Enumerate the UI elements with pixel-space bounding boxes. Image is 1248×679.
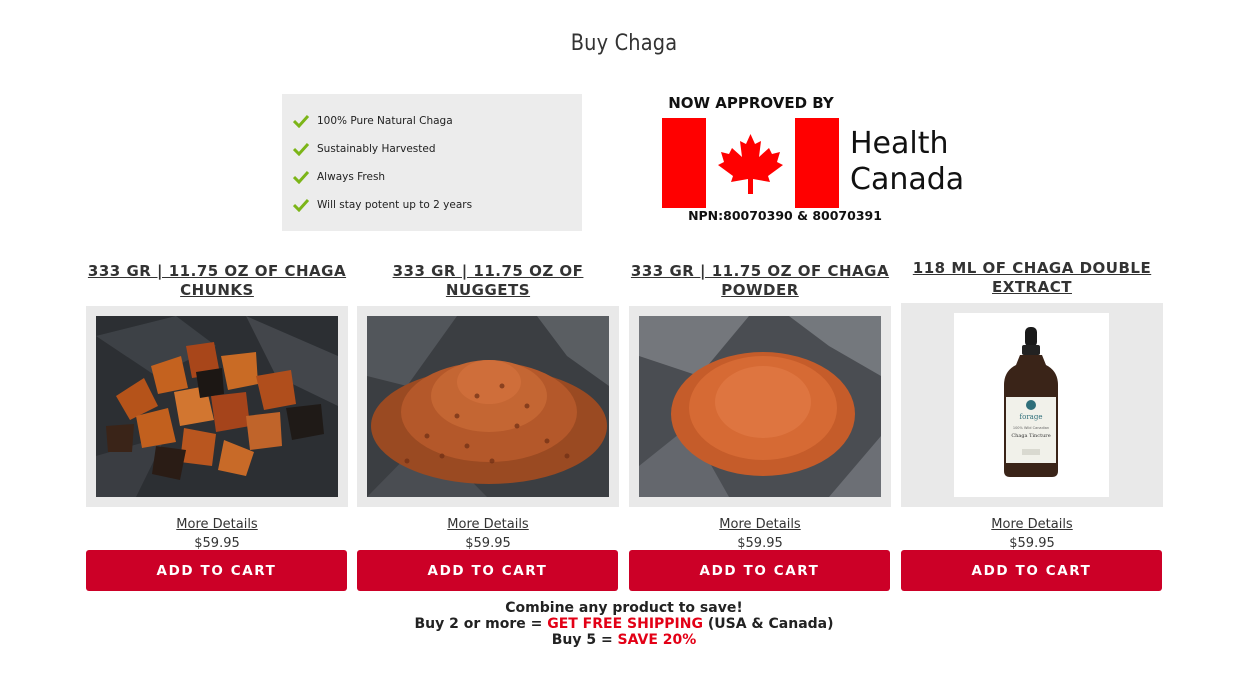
- product-title-link[interactable]: 333 GR | 11.75 OZ OF NUGGETS: [357, 262, 619, 306]
- chaga-nuggets-image: [367, 316, 609, 497]
- more-details-link[interactable]: More Details: [86, 517, 348, 532]
- benefit-item: Will stay potent up to 2 years: [282, 191, 582, 219]
- benefit-item: Always Fresh: [282, 163, 582, 191]
- npn-numbers: NPN:80070390 & 80070391: [688, 208, 882, 223]
- product-price: $59.95: [1009, 536, 1055, 551]
- chaga-extract-bottle-image: forage 100% Wild Canadian Chaga Tincture: [954, 313, 1109, 497]
- promo-save-prefix: Buy 5 =: [551, 632, 618, 648]
- canada-label: Canada: [850, 162, 965, 197]
- product-card-nuggets: 333 GR | 11.75 OZ OF NUGGETS More Detail…: [357, 262, 619, 551]
- product-title-link[interactable]: 333 GR | 11.75 OZ OF CHAGA CHUNKS: [86, 262, 348, 306]
- benefit-text: Sustainably Harvested: [317, 143, 436, 155]
- promo-line-save: Buy 5 = SAVE 20%: [0, 632, 1248, 648]
- promo-line-shipping: Buy 2 or more = GET FREE SHIPPING (USA &…: [0, 616, 1248, 632]
- promo-free-shipping: GET FREE SHIPPING: [547, 616, 703, 632]
- chaga-powder-image: [639, 316, 881, 497]
- product-price: $59.95: [194, 536, 240, 551]
- approved-label: NOW APPROVED BY: [668, 94, 834, 112]
- benefit-item: Sustainably Harvested: [282, 135, 582, 163]
- add-to-cart-button[interactable]: ADD TO CART: [901, 550, 1162, 591]
- benefit-text: Always Fresh: [317, 171, 386, 183]
- chaga-chunks-image: [96, 316, 338, 497]
- product-image-frame[interactable]: [357, 306, 619, 507]
- product-card-powder: 333 GR | 11.75 OZ OF CHAGA POWDER More D…: [629, 262, 891, 551]
- checkmark-icon: [293, 114, 309, 128]
- bottle-line1-text: 100% Wild Canadian: [1013, 426, 1049, 430]
- product-title-link[interactable]: 118 ML OF CHAGA DOUBLE EXTRACT: [901, 259, 1163, 303]
- promo-shipping-suffix: (USA & Canada): [702, 616, 834, 632]
- promo-message: Combine any product to save! Buy 2 or mo…: [0, 600, 1248, 648]
- product-title-link[interactable]: 333 GR | 11.75 OZ OF CHAGA POWDER: [629, 262, 891, 306]
- benefit-text: 100% Pure Natural Chaga: [317, 115, 453, 127]
- checkmark-icon: [293, 198, 309, 212]
- product-image-frame[interactable]: forage 100% Wild Canadian Chaga Tincture: [901, 303, 1163, 507]
- health-canada-badge: NOW APPROVED BY Health Canada NPN:800703…: [660, 92, 964, 230]
- checkmark-icon: [293, 170, 309, 184]
- add-to-cart-button[interactable]: ADD TO CART: [357, 550, 618, 591]
- product-image-frame[interactable]: [629, 306, 891, 507]
- product-image-frame[interactable]: [86, 306, 348, 507]
- more-details-link[interactable]: More Details: [357, 517, 619, 532]
- add-to-cart-button[interactable]: ADD TO CART: [629, 550, 890, 591]
- product-card-extract: 118 ML OF CHAGA DOUBLE EXTRACT forage 10…: [901, 259, 1163, 551]
- checkmark-icon: [293, 142, 309, 156]
- more-details-link[interactable]: More Details: [901, 517, 1163, 532]
- bottle-brand-text: forage: [1020, 413, 1043, 421]
- health-canada-name: Health Canada: [850, 126, 964, 198]
- benefit-text: Will stay potent up to 2 years: [317, 199, 473, 211]
- promo-shipping-prefix: Buy 2 or more =: [414, 616, 548, 632]
- benefits-box: 100% Pure Natural Chaga Sustainably Harv…: [282, 94, 582, 231]
- more-details-link[interactable]: More Details: [629, 517, 891, 532]
- promo-save-20: SAVE 20%: [617, 632, 697, 648]
- bottle-line2-text: Chaga Tincture: [1011, 433, 1050, 439]
- add-to-cart-button[interactable]: ADD TO CART: [86, 550, 347, 591]
- product-price: $59.95: [737, 536, 783, 551]
- health-label: Health: [850, 126, 949, 161]
- benefit-item: 100% Pure Natural Chaga: [282, 107, 582, 135]
- page-title: Buy Chaga: [570, 31, 678, 56]
- canada-flag-icon: [662, 118, 839, 208]
- promo-line-combine: Combine any product to save!: [505, 600, 743, 616]
- product-price: $59.95: [465, 536, 511, 551]
- product-card-chunks: 333 GR | 11.75 OZ OF CHAGA CHUNKS More D…: [86, 262, 348, 551]
